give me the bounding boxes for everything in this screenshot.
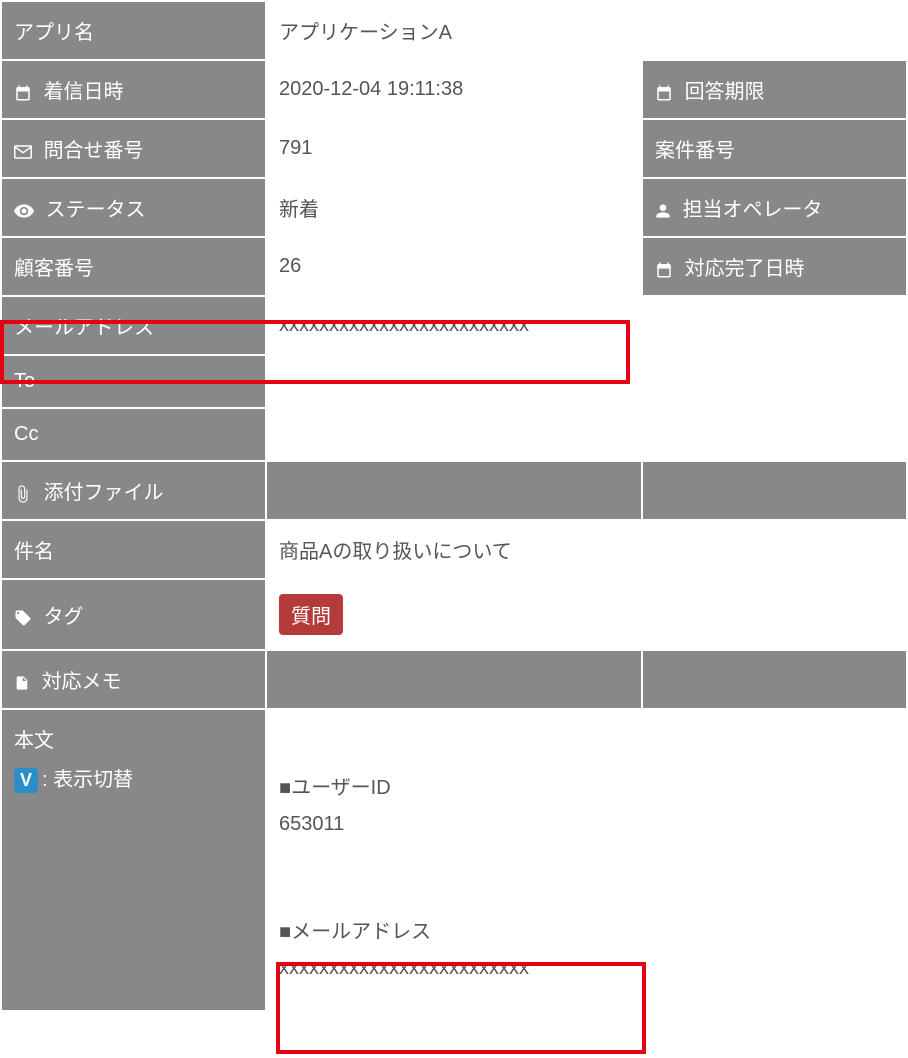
label-text: 対応メモ xyxy=(42,671,122,693)
row-customer: 顧客番号 26 対応完了日時 xyxy=(1,237,907,296)
filler xyxy=(642,408,907,461)
label-case-no: 案件番号 xyxy=(642,119,907,178)
tag-icon xyxy=(14,609,32,627)
row-to: To xyxy=(1,355,907,408)
paperclip-icon xyxy=(14,485,32,503)
row-body: 本文 V: 表示切替 ■ユーザーID 653011 ■メールアドレス xxxxx… xyxy=(1,709,907,1011)
value-text: xxxxxxxxxxxxxxxxxxxxxxxxx xyxy=(279,314,529,336)
label-customer-no: 顧客番号 xyxy=(1,237,266,296)
value-received: 2020-12-04 19:11:38 xyxy=(266,60,642,119)
value-text: 商品Aの取り扱いについて xyxy=(279,541,512,563)
body-line-email-label: ■メールアドレス xyxy=(279,914,629,950)
label-text: To xyxy=(14,370,35,392)
label-text: 顧客番号 xyxy=(14,258,94,280)
label-to: To xyxy=(1,355,266,408)
value-status: 新着 xyxy=(266,178,642,237)
attachment-span2 xyxy=(642,461,907,520)
body-toggle[interactable]: V: 表示切替 xyxy=(14,763,253,793)
label-status: ステータス xyxy=(1,178,266,237)
row-subject: 件名 商品Aの取り扱いについて xyxy=(1,520,907,579)
row-received: 着信日時 2020-12-04 19:11:38 回答期限 xyxy=(1,60,907,119)
value-tag: 質問 xyxy=(266,579,642,650)
label-text: タグ xyxy=(44,606,84,628)
label-text: 対応完了日時 xyxy=(685,258,805,280)
filler xyxy=(642,520,907,579)
value-customer-no: 26 xyxy=(266,237,642,296)
body-line-userid-value: 653011 xyxy=(279,806,629,842)
value-to xyxy=(266,355,642,408)
user-icon xyxy=(655,202,671,220)
memo-span xyxy=(266,650,642,709)
label-received: 着信日時 xyxy=(1,60,266,119)
calendar-icon xyxy=(655,261,673,279)
row-tag: タグ 質問 xyxy=(1,579,907,650)
attachment-span xyxy=(266,461,642,520)
file-icon xyxy=(14,674,30,692)
label-app-name: アプリ名 xyxy=(1,1,266,60)
detail-panel: アプリ名 アプリケーションA 着信日時 2020-12-04 19:11:38 … xyxy=(0,0,908,1012)
label-text: Cc xyxy=(14,423,38,445)
eye-icon xyxy=(14,204,34,218)
label-text: ステータス xyxy=(46,199,146,221)
label-email: メールアドレス xyxy=(1,296,266,355)
filler xyxy=(642,709,907,1011)
label-text: 担当オペレータ xyxy=(683,199,823,221)
detail-table: アプリ名 アプリケーションA 着信日時 2020-12-04 19:11:38 … xyxy=(0,0,908,1012)
label-deadline: 回答期限 xyxy=(642,60,907,119)
label-operator: 担当オペレータ xyxy=(642,178,907,237)
label-tag: タグ xyxy=(1,579,266,650)
label-attachment: 添付ファイル xyxy=(1,461,266,520)
body-line-userid-label: ■ユーザーID xyxy=(279,770,629,806)
label-inquiry-no: 問合せ番号 xyxy=(1,119,266,178)
value-inquiry-no: 791 xyxy=(266,119,642,178)
label-text: 着信日時 xyxy=(44,81,124,103)
envelope-icon xyxy=(14,145,32,159)
label-text: アプリ名 xyxy=(14,22,94,44)
label-text: メールアドレス xyxy=(14,317,154,339)
label-text: 案件番号 xyxy=(655,140,735,162)
label-text: 回答期限 xyxy=(685,81,765,103)
row-cc: Cc xyxy=(1,408,907,461)
label-subject: 件名 xyxy=(1,520,266,579)
value-app-name: アプリケーションA xyxy=(266,1,642,60)
label-memo: 対応メモ xyxy=(1,650,266,709)
toggle-label: : 表示切替 xyxy=(42,769,133,791)
v-badge: V xyxy=(14,768,38,793)
row-inquiry: 問合せ番号 791 案件番号 xyxy=(1,119,907,178)
value-text: 791 xyxy=(279,137,312,159)
row-app-name: アプリ名 アプリケーションA xyxy=(1,1,907,60)
memo-span2 xyxy=(642,650,907,709)
filler xyxy=(642,355,907,408)
label-cc: Cc xyxy=(1,408,266,461)
row-email: メールアドレス xxxxxxxxxxxxxxxxxxxxxxxxx xyxy=(1,296,907,355)
value-text: 新着 xyxy=(279,199,319,221)
filler xyxy=(642,1,907,60)
value-text: 2020-12-04 19:11:38 xyxy=(279,78,463,100)
filler xyxy=(642,296,907,355)
label-text: 問合せ番号 xyxy=(44,140,144,162)
body-line-email-value: xxxxxxxxxxxxxxxxxxxxxxxxx xyxy=(279,950,629,986)
filler xyxy=(642,579,907,650)
label-body: 本文 V: 表示切替 xyxy=(1,709,266,1011)
value-email: xxxxxxxxxxxxxxxxxxxxxxxxx xyxy=(266,296,642,355)
value-cc xyxy=(266,408,642,461)
row-memo: 対応メモ xyxy=(1,650,907,709)
label-text: 件名 xyxy=(14,541,54,563)
value-body: ■ユーザーID 653011 ■メールアドレス xxxxxxxxxxxxxxxx… xyxy=(266,709,642,1011)
label-text: 本文 xyxy=(14,724,253,753)
tag-badge[interactable]: 質問 xyxy=(279,594,343,635)
row-attachment: 添付ファイル xyxy=(1,461,907,520)
body-content: ■ユーザーID 653011 ■メールアドレス xxxxxxxxxxxxxxxx… xyxy=(279,724,629,996)
label-text: 添付ファイル xyxy=(44,482,164,504)
value-text: 26 xyxy=(279,255,301,277)
value-text: アプリケーションA xyxy=(279,22,452,44)
calendar-icon xyxy=(655,84,673,102)
label-completed: 対応完了日時 xyxy=(642,237,907,296)
row-status: ステータス 新着 担当オペレータ xyxy=(1,178,907,237)
calendar-icon xyxy=(14,84,32,102)
value-subject: 商品Aの取り扱いについて xyxy=(266,520,642,579)
